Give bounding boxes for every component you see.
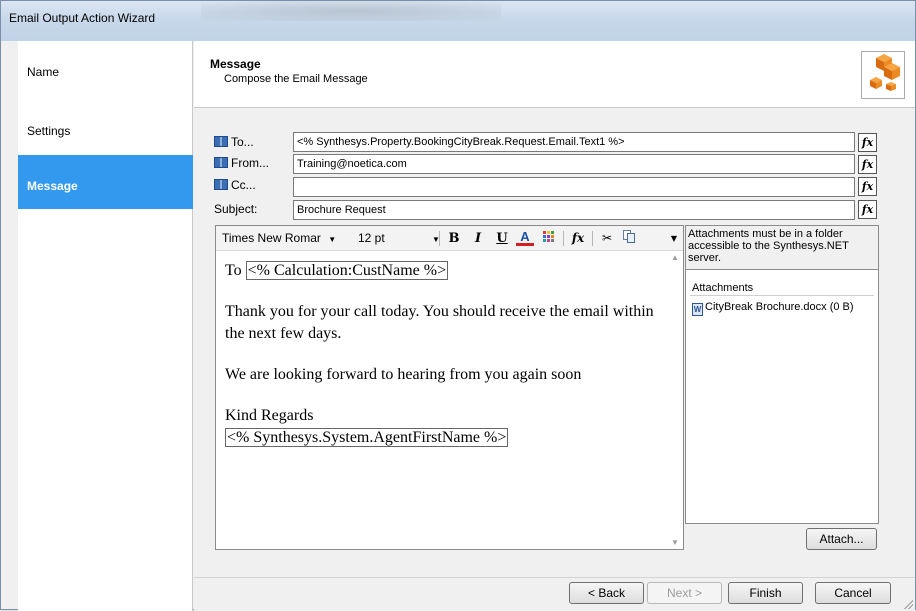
page-subtitle: Compose the Email Message [224,73,368,85]
title-bar: Email Output Action Wizard [1,1,915,41]
wizard-steps-sidebar: Name Settings Message [18,41,193,611]
subject-label: Subject: [214,202,258,216]
scissors-icon[interactable]: ✂ [598,229,616,248]
attachment-name: CityBreak Brochure.docx (0 B) [705,301,854,313]
list-item[interactable]: W CityBreak Brochure.docx (0 B) [692,300,878,316]
from-fx-button[interactable]: fx [858,155,877,174]
sidebar-item-settings[interactable]: Settings [18,100,193,154]
sidebar-item-name[interactable]: Name [18,41,193,95]
back-button[interactable]: < Back [569,582,644,604]
title-bar-glass [201,1,501,21]
underline-button[interactable]: U [493,229,511,248]
from-field[interactable]: Training@noetica.com [293,154,855,174]
word-doc-icon: W [692,303,703,316]
fx-insert-button[interactable]: fx [569,229,587,248]
custname-field-tag[interactable]: <% Calculation:CustName %> [245,261,449,280]
font-family-value: Times New Romar [222,231,321,245]
cc-address-book-button[interactable]: Cc... [214,176,256,194]
next-button[interactable]: Next > [647,582,722,604]
editor-scrollbar[interactable]: ▲ ▼ [667,251,683,549]
font-family-select[interactable]: Times New Romar ▼ [222,231,336,245]
sidebar-item-message[interactable]: Message [18,155,193,209]
sign-off: Kind Regards [225,407,314,424]
message-body[interactable]: To <% Calculation:CustName %> Thank you … [225,260,665,449]
scroll-up-icon[interactable]: ▲ [671,253,679,262]
to-fx-button[interactable]: fx [858,133,877,152]
toolbar-overflow-button[interactable]: ▼ [668,229,680,248]
address-book-icon [214,136,228,147]
font-size-select[interactable]: 12 pt ▼ [358,231,440,245]
attachments-note: Attachments must be in a folder accessib… [685,225,879,269]
greeting-line: To <% Calculation:CustName %> [225,260,665,282]
toolbar-separator [592,231,593,246]
from-label: From... [231,156,269,170]
font-color-button[interactable]: A [516,229,534,246]
chevron-down-icon: ▼ [328,235,337,244]
message-editor: Times New Romar ▼ 12 pt ▼ B I U A fx ✂ ▼… [215,225,684,550]
cubes-logo-icon [861,51,905,99]
agent-name-field-tag[interactable]: <% Synthesys.System.AgentFirstName %> [225,428,509,447]
toolbar-separator [439,231,440,246]
font-size-value: 12 pt [358,231,385,245]
resize-grip-icon[interactable] [903,599,913,609]
copy-icon [622,230,635,243]
cc-label: Cc... [231,178,256,192]
to-address-book-button[interactable]: To... [214,133,254,151]
finish-button[interactable]: Finish [728,582,803,604]
address-book-icon [214,157,228,168]
greeting-prefix: To [225,262,246,279]
copy-button[interactable] [620,229,638,248]
color-grid-icon [543,231,554,242]
toolbar-separator [563,231,564,246]
window-title: Email Output Action Wizard [9,11,156,25]
subject-fx-button[interactable]: fx [858,200,877,219]
wizard-window: Email Output Action Wizard Name Settings… [0,0,916,611]
to-field[interactable]: <% Synthesys.Property.BookingCityBreak.R… [293,132,855,152]
cc-fx-button[interactable]: fx [858,177,877,196]
attachments-list[interactable]: Attachments W CityBreak Brochure.docx (0 … [685,269,879,524]
attach-button[interactable]: Attach... [806,528,877,550]
address-book-icon [214,179,228,190]
looking-forward-paragraph: We are looking forward to hearing from y… [225,366,582,383]
to-label: To... [231,135,254,149]
cc-field[interactable] [293,177,855,197]
page-title: Message [210,57,261,71]
wizard-footer: < Back Next > Finish Cancel [194,577,915,611]
color-grid-button[interactable] [540,229,558,248]
attachments-panel: Attachments must be in a folder accessib… [685,225,879,524]
message-content: To... <% Synthesys.Property.BookingCityB… [194,109,915,577]
bold-button[interactable]: B [445,229,463,248]
step-header: Message Compose the Email Message [194,41,915,108]
scroll-down-icon[interactable]: ▼ [671,538,679,547]
editor-toolbar: Times New Romar ▼ 12 pt ▼ B I U A fx ✂ ▼ [216,226,683,251]
from-address-book-button[interactable]: From... [214,154,269,172]
cancel-button[interactable]: Cancel [815,582,891,604]
italic-button[interactable]: I [469,229,487,248]
thank-you-paragraph: Thank you for your call today. You shoul… [225,303,654,342]
subject-field[interactable]: Brochure Request [293,200,855,220]
attachments-header: Attachments [690,280,874,296]
